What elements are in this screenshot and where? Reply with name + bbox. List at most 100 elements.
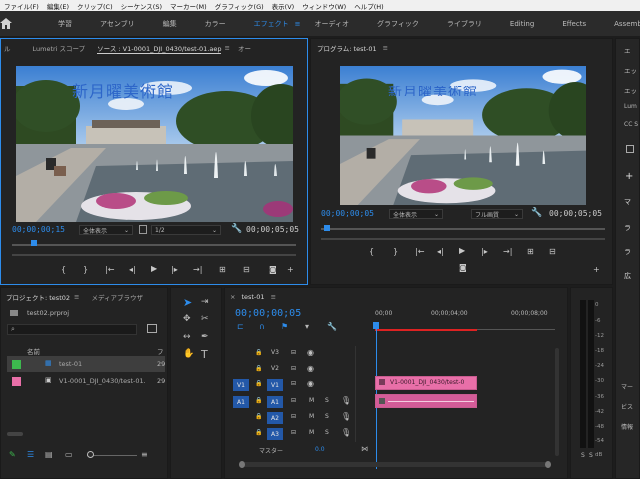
lock-icon[interactable]: 🔒 (255, 380, 262, 387)
source-zoom-bar[interactable] (12, 254, 296, 256)
mark-out-icon[interactable]: } (83, 265, 88, 274)
microphone-icon[interactable]: 🎙 (341, 396, 351, 405)
side-bottom-2[interactable]: ビス (621, 402, 633, 411)
step-forward-icon[interactable]: |▸ (171, 265, 178, 274)
sync-lock-icon[interactable]: ⊟ (291, 349, 296, 356)
mute-button[interactable]: M (309, 413, 314, 420)
program-timecode[interactable]: 00;00;00;05 (321, 209, 374, 218)
solo-button[interactable]: S (325, 397, 329, 404)
ws-assembly-jp[interactable]: アセンブリ (100, 19, 135, 29)
pencil-icon[interactable]: ✎ (9, 450, 16, 459)
tab-sequence[interactable]: test-01 (241, 293, 264, 301)
sync-lock-icon[interactable]: ⊟ (291, 380, 296, 387)
add-marker-icon[interactable]: ▾ (305, 322, 309, 331)
extract-icon[interactable]: ⊟ (549, 247, 556, 256)
menu-sequence[interactable]: シーケンス(S) (117, 1, 166, 11)
ws-edit[interactable]: 編集 (163, 19, 177, 29)
side-tab-3[interactable]: エッ (624, 85, 637, 95)
sync-lock-icon[interactable]: ⊟ (291, 397, 296, 404)
side-tab-lumetri[interactable]: Lum (624, 103, 637, 110)
master-volume[interactable]: 0.0 (315, 446, 325, 453)
column-framerate[interactable]: フ (157, 346, 164, 356)
selection-tool-icon[interactable]: ➤ (183, 296, 192, 309)
timeline-scrollbar[interactable] (239, 461, 551, 468)
solo-right[interactable]: S (589, 452, 593, 459)
eye-icon[interactable]: ◉ (307, 379, 314, 388)
slip-tool-icon[interactable]: ↔ (183, 332, 191, 342)
tab-lumetri-scopes[interactable]: Lumetri スコープ (33, 43, 86, 53)
razor-tool-icon[interactable]: ✂ (201, 314, 209, 324)
insert-overwrite-icon[interactable]: ⊏ (237, 322, 244, 331)
timeline-timecode[interactable]: 00;00;00;05 (235, 308, 301, 319)
play-icon[interactable]: ▶ (459, 246, 465, 255)
tab-audio-truncated[interactable]: オー (238, 43, 251, 53)
track-label[interactable]: V1 (267, 379, 283, 391)
mute-button[interactable]: M (309, 429, 314, 436)
ws-graphics[interactable]: グラフィック (377, 19, 419, 29)
solo-button[interactable]: S (325, 429, 329, 436)
linked-selection-icon[interactable]: ⚑ (281, 322, 288, 331)
step-forward-icon[interactable]: |▸ (481, 247, 488, 256)
menu-marker[interactable]: マーカー(M) (166, 1, 211, 11)
ws-color[interactable]: カラー (205, 19, 226, 29)
lock-icon[interactable]: 🔒 (255, 397, 262, 404)
tab-menu-icon[interactable]: ≡ (271, 293, 276, 301)
new-bin-icon[interactable] (147, 324, 157, 333)
source-patch-a1[interactable]: A1 (233, 396, 249, 408)
mark-in-icon[interactable]: { (369, 247, 374, 256)
timeline-playhead-head[interactable] (373, 322, 379, 329)
menu-window[interactable]: ウィンドウ(W) (298, 1, 350, 11)
tab-source[interactable]: ソース : V1-0001_DJI_0430/test-01.aep (97, 43, 222, 54)
snap-icon[interactable]: ∩ (259, 322, 265, 331)
track-label[interactable]: A3 (267, 428, 283, 440)
ws-effects-jp[interactable]: エフェクト (254, 19, 289, 29)
pen-tool-icon[interactable]: ✒ (201, 332, 209, 342)
go-to-end-icon[interactable]: ⋈ (361, 445, 368, 453)
side-tab-2[interactable]: エッ (624, 65, 637, 75)
lock-icon[interactable]: 🔒 (255, 349, 262, 356)
microphone-icon[interactable]: 🎙 (341, 428, 351, 437)
track-label[interactable]: A2 (267, 412, 283, 424)
ws-audio[interactable]: オーディオ (315, 19, 350, 29)
zoom-slider-handle[interactable] (87, 451, 94, 458)
program-zoom-bar[interactable] (321, 238, 605, 240)
tab-media-browser[interactable]: メディアブラウザ (91, 292, 143, 302)
wrench-icon[interactable]: 🔧 (531, 208, 542, 218)
ws-learn[interactable]: 学習 (58, 19, 72, 29)
timeline-settings-icon[interactable]: 🔧 (327, 322, 337, 331)
sync-lock-icon[interactable]: ⊟ (291, 429, 296, 436)
source-resolution-select[interactable]: 1/2 ⌄ (151, 225, 221, 235)
horizontal-scrollbar[interactable] (7, 432, 23, 436)
new-item-icon[interactable] (626, 145, 634, 153)
tab-program[interactable]: プログラム: test-01 (317, 43, 377, 53)
eye-icon[interactable]: ◉ (307, 364, 314, 373)
freeform-view-icon[interactable]: ▭ (65, 450, 73, 459)
go-to-out-icon[interactable]: →| (503, 247, 512, 256)
side-item-3[interactable]: ラ (624, 247, 631, 257)
side-item-2[interactable]: ラ (624, 223, 631, 233)
program-video-frame[interactable]: 新月曜美術館 (340, 66, 586, 205)
overwrite-icon[interactable]: ⊟ (243, 265, 250, 274)
lift-icon[interactable]: ⊞ (527, 247, 534, 256)
add-button-icon[interactable]: + (593, 265, 600, 274)
program-resolution-select[interactable]: フル画質 ⌄ (471, 209, 523, 219)
hand-tool-icon[interactable]: ✋ (183, 349, 194, 359)
label-color-swatch[interactable] (12, 377, 21, 386)
tab-project[interactable]: プロジェクト: test02 (6, 292, 70, 302)
lock-icon[interactable]: 🔒 (255, 365, 262, 372)
settings-square-icon[interactable] (139, 225, 147, 234)
side-item-4[interactable]: 広 (624, 271, 631, 281)
source-timecode[interactable]: 00;00;00;15 (12, 225, 65, 234)
mark-in-icon[interactable]: { (61, 265, 66, 274)
microphone-icon[interactable]: 🎙 (341, 412, 351, 421)
step-back-icon[interactable]: ◂| (129, 265, 136, 274)
menu-view[interactable]: 表示(V) (268, 1, 299, 11)
tab-menu-icon[interactable]: ≡ (74, 293, 79, 301)
side-bottom-1[interactable]: マー (621, 382, 633, 391)
track-select-tool-icon[interactable]: ⇥ (201, 297, 209, 307)
tab-menu-icon[interactable]: ≡ (224, 44, 229, 52)
play-icon[interactable]: ▶ (151, 264, 157, 273)
source-patch-v1[interactable]: V1 (233, 379, 249, 391)
side-item-1[interactable]: マ (624, 197, 631, 207)
tab-menu-icon[interactable]: ≡ (383, 44, 388, 52)
